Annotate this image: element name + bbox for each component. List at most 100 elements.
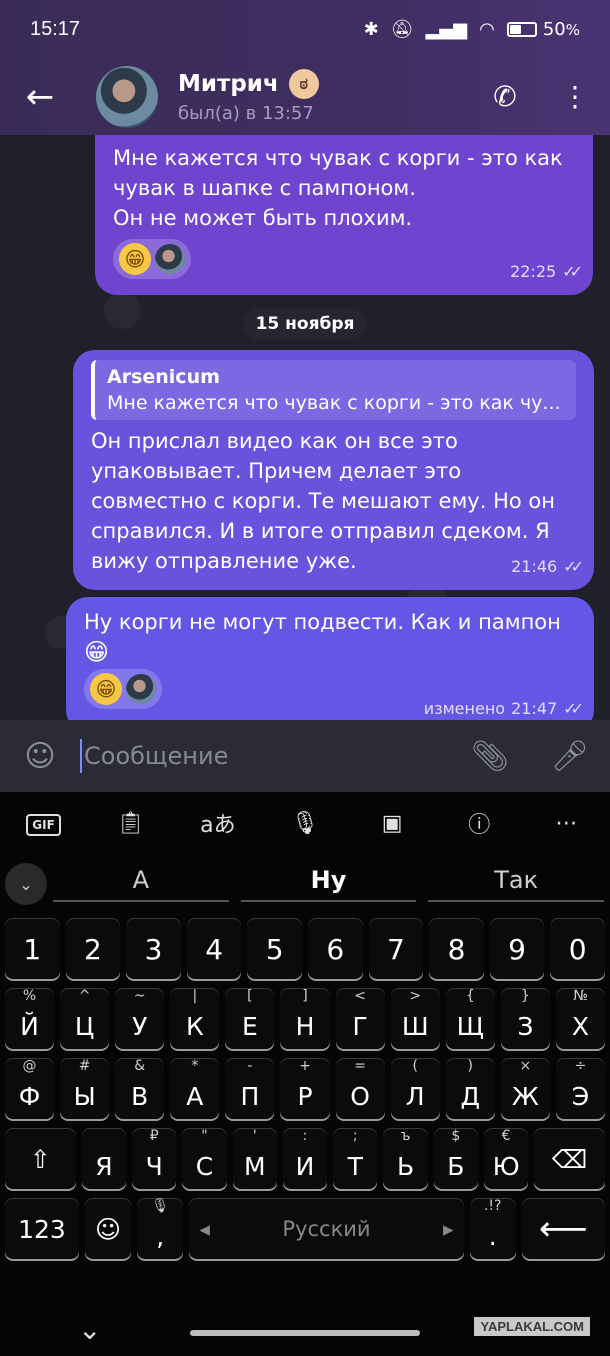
key[interactable]: Я	[81, 1129, 127, 1189]
gif-button[interactable]: GIF	[14, 810, 74, 836]
key[interactable]: 2	[65, 919, 121, 979]
key[interactable]: = О	[335, 1058, 385, 1119]
enter-key[interactable]: ⟵	[521, 1199, 605, 1259]
key[interactable]: € Ю	[483, 1128, 529, 1189]
comma-key[interactable]: 🎙︎,	[137, 1198, 184, 1259]
status-time: 15:17	[30, 17, 81, 40]
key[interactable]: 1	[5, 919, 60, 979]
reply-quote[interactable]: Arsenicum Мне кажется что чувак с корги …	[91, 360, 576, 420]
message-time: 21:46	[511, 557, 558, 576]
key[interactable]: | К	[170, 988, 220, 1049]
key[interactable]: 9	[489, 919, 545, 979]
key[interactable]: [Е	[225, 988, 275, 1049]
letter-row-2: @ Ф # Ы & В * А -П + Р = О (Л ) Д × Ж ÷ Э	[0, 1054, 610, 1124]
suggestion-strip: ⌄ А Ну Так	[0, 854, 610, 914]
grinning-emoji-icon: 😁︎	[90, 673, 122, 705]
suggestion-item[interactable]: Так	[428, 866, 605, 902]
suggestion-item[interactable]: Ну	[240, 866, 417, 902]
message-meta: 22:25 ✓✓	[510, 257, 583, 287]
symbols-key[interactable]: 123	[5, 1199, 79, 1259]
space-label: Русский	[282, 1217, 371, 1241]
key[interactable]: -П	[225, 1058, 275, 1119]
emoji-key[interactable]: ☺	[84, 1199, 132, 1259]
key[interactable]: № Х	[555, 988, 606, 1049]
key[interactable]: ъЬ	[383, 1128, 428, 1189]
key[interactable]: > Ш	[390, 988, 440, 1049]
call-button[interactable]: ✆	[470, 58, 540, 135]
status-bar: 15:17 ✱ 🔕︎ ▂▄▆ ◠ 50%	[0, 0, 610, 58]
backspace-key[interactable]: ⌫	[534, 1129, 606, 1189]
key[interactable]: ₽ Ч	[132, 1128, 177, 1189]
collapse-button[interactable]: ⌄	[5, 863, 47, 905]
reaction-chip[interactable]: 😁︎	[113, 239, 191, 279]
more-options-button[interactable]: ⋯	[536, 811, 596, 836]
translate-button[interactable]: aあ	[188, 807, 248, 839]
period-key[interactable]: .!?.	[469, 1198, 516, 1259]
key[interactable]: 6	[308, 919, 363, 979]
message-time: 22:25	[510, 262, 557, 281]
key[interactable]: (Л	[390, 1058, 440, 1119]
shift-key[interactable]: ⇧	[5, 1129, 76, 1189]
enter-arrow-icon: ⟵	[539, 1209, 588, 1249]
key[interactable]: @ Ф	[4, 1058, 55, 1119]
key[interactable]: } З	[500, 988, 550, 1049]
chat-area[interactable]: Мне кажется что чувак с корги - это как …	[0, 135, 610, 720]
microphone-icon: 🎙︎	[151, 1198, 170, 1214]
key[interactable]: ^ Ц	[60, 988, 110, 1049]
message-text-line: Ну корги не могут подвести. Как и пампон	[84, 610, 561, 634]
message-bubble[interactable]: Мне кажется что чувак с корги - это как …	[95, 135, 593, 295]
key[interactable]: 7	[368, 919, 424, 979]
message-text-line: Мне кажется что чувак с корги - это как	[113, 146, 563, 170]
key[interactable]: + Р	[280, 1058, 330, 1119]
contact-avatar[interactable]	[96, 65, 158, 128]
key[interactable]: " С	[182, 1128, 227, 1189]
reactor-avatar	[155, 244, 185, 274]
reaction-chip[interactable]: 😁︎	[84, 669, 162, 709]
key[interactable]: 4	[186, 919, 242, 979]
key[interactable]: < Г	[335, 988, 385, 1049]
key[interactable]: 0	[550, 919, 605, 979]
voice-input-button[interactable]: 🎙︎	[275, 811, 335, 836]
more-menu-button[interactable]: ⋮	[540, 58, 610, 135]
message-bubble[interactable]: Ну корги не могут подвести. Как и пампон…	[66, 597, 594, 720]
reactor-avatar	[126, 674, 156, 704]
key[interactable]: $ Б	[433, 1128, 478, 1189]
key[interactable]: ] Н	[280, 988, 330, 1049]
key[interactable]: ~ У	[115, 988, 165, 1049]
key[interactable]: ' М	[232, 1128, 277, 1189]
info-button[interactable]: ⓘ	[449, 807, 509, 839]
contact-info[interactable]: Митрич ಠ был(а) в 13:57	[178, 69, 470, 124]
key[interactable]: 8	[429, 919, 484, 979]
text-caret	[80, 739, 82, 773]
key[interactable]: % Й	[4, 988, 55, 1049]
key[interactable]: × Ж	[500, 1058, 550, 1119]
watermark: YAPLAKAL.COM	[474, 1317, 590, 1336]
message-bubble[interactable]: Arsenicum Мне кажется что чувак с корги …	[73, 350, 594, 590]
key[interactable]: 5	[247, 919, 302, 979]
key[interactable]: :И	[282, 1128, 328, 1189]
clipboard-button[interactable]: 📋︎	[101, 811, 161, 836]
emoji-button[interactable]: ☺	[0, 739, 80, 774]
sticker-button[interactable]: ▣	[362, 811, 422, 836]
key[interactable]: ) Д	[445, 1058, 495, 1119]
suggestion-item[interactable]: А	[53, 866, 229, 902]
key[interactable]: 3	[126, 919, 181, 979]
message-input[interactable]	[84, 731, 450, 781]
arrow-left-icon: ←	[25, 76, 55, 117]
chevron-down-icon[interactable]: ⌄	[78, 1313, 101, 1346]
key[interactable]: * А	[170, 1058, 220, 1119]
attach-button[interactable]: 📎︎	[450, 739, 530, 774]
space-key[interactable]: ◂ Русский ▸	[189, 1199, 464, 1259]
back-button[interactable]: ←	[0, 58, 80, 135]
key[interactable]: ; Т	[333, 1128, 378, 1189]
key[interactable]: # Ы	[60, 1058, 110, 1119]
voice-record-button[interactable]: 🎤︎	[530, 739, 610, 774]
grinning-emoji-icon: 😁︎	[84, 638, 110, 666]
key[interactable]: & В	[115, 1058, 165, 1119]
key[interactable]: ÷ Э	[555, 1058, 606, 1119]
number-row: 1 2 3 4 5 6 7 8 9 0	[0, 914, 610, 984]
key[interactable]: {Щ	[445, 988, 495, 1049]
reply-author: Arsenicum	[107, 366, 220, 388]
message-time: 21:47	[511, 699, 558, 718]
home-handle[interactable]	[190, 1330, 420, 1336]
